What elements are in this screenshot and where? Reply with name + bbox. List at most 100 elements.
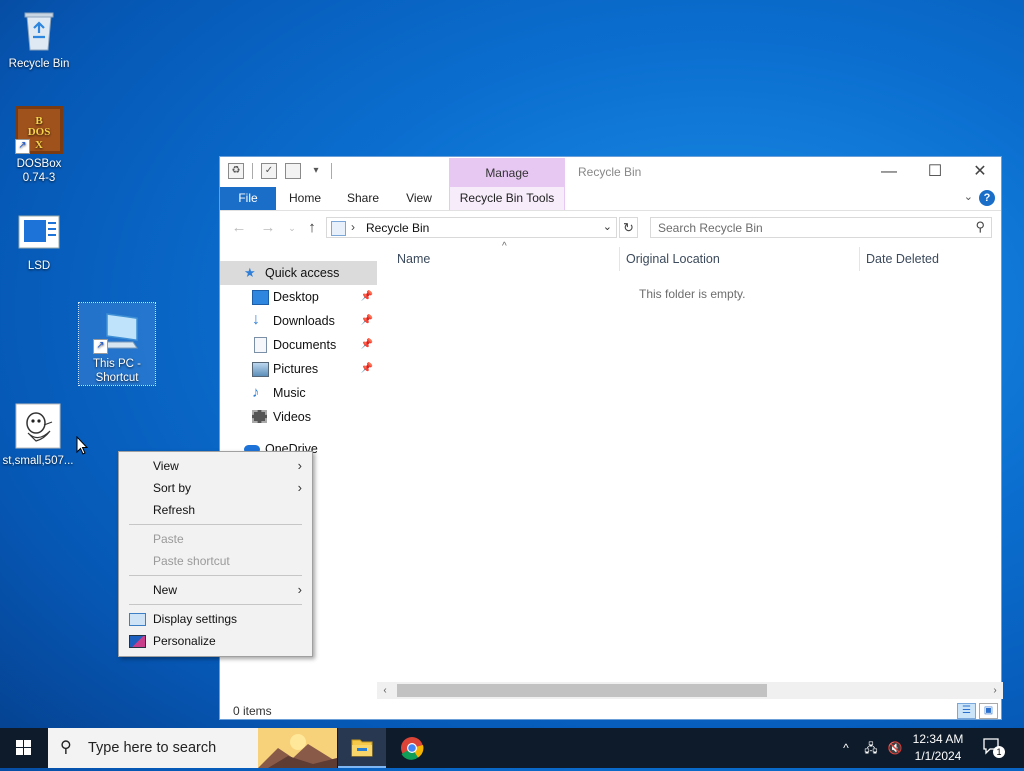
column-header-date-deleted[interactable]: Date Deleted <box>866 244 939 274</box>
start-button[interactable] <box>0 728 48 768</box>
item-count: 0 items <box>233 704 272 718</box>
submenu-arrow-icon: › <box>297 458 302 473</box>
nav-item-quick-access[interactable]: ★ Quick access <box>220 261 377 285</box>
menu-item-new[interactable]: New › <box>119 579 312 601</box>
system-clock[interactable]: 12:34 AM 1/1/2024 <box>903 731 973 765</box>
nav-item-label: Documents <box>273 338 337 352</box>
recycle-bin-icon <box>15 6 63 54</box>
search-icon[interactable]: ⚲ <box>975 219 985 235</box>
videos-icon <box>252 410 267 423</box>
divider <box>331 163 332 179</box>
nav-item-videos[interactable]: Videos <box>220 405 377 429</box>
horizontal-scrollbar[interactable]: ‹ › <box>377 682 1003 699</box>
menu-item-sort-by[interactable]: Sort by › <box>119 477 312 499</box>
nav-item-desktop[interactable]: Desktop 📌 <box>220 285 377 309</box>
pin-icon[interactable]: 📌 <box>361 285 373 309</box>
help-button[interactable]: ? <box>979 190 995 206</box>
menu-item-view[interactable]: View › <box>119 455 312 477</box>
desktop-icon-label: st,small,507... <box>2 455 74 467</box>
taskbar-search-placeholder: Type here to search <box>88 740 217 756</box>
pin-icon[interactable]: 📌 <box>361 309 373 333</box>
volume-muted-icon[interactable]: 🔇 <box>885 728 905 768</box>
taskbar-file-explorer[interactable] <box>338 728 386 768</box>
desktop-icon-image-file[interactable]: st,small,507... <box>0 403 76 468</box>
menu-divider <box>129 524 302 525</box>
network-icon[interactable]: 🖧 <box>862 728 880 768</box>
recycle-bin-small-icon[interactable]: ♻ <box>228 163 244 179</box>
downloads-icon: ↓ <box>252 311 260 328</box>
tab-file[interactable]: File <box>220 187 276 210</box>
maximize-button[interactable]: ☐ <box>912 157 958 187</box>
music-icon: ♪ <box>252 384 260 401</box>
scroll-right-icon[interactable]: › <box>987 682 1003 699</box>
nav-item-music[interactable]: ♪ Music <box>220 381 377 405</box>
properties-icon[interactable]: ✓ <box>261 163 277 179</box>
menu-item-label: Display settings <box>153 612 238 626</box>
recycle-bin-small-icon <box>331 221 346 236</box>
show-hidden-icons-chevron-icon[interactable]: ^ <box>838 728 854 768</box>
large-icons-view-button[interactable]: ▣ <box>979 703 998 719</box>
column-divider[interactable] <box>619 247 620 271</box>
tab-view[interactable]: View <box>394 187 444 210</box>
quick-access-toolbar: ♻ ✓ ▾ <box>228 163 332 179</box>
breadcrumb[interactable]: Recycle Bin <box>366 221 429 235</box>
ribbon-tabs: File Home Share View Recycle Bin Tools ⌄… <box>220 187 1001 211</box>
nav-item-documents[interactable]: Documents 📌 <box>220 333 377 357</box>
pin-icon[interactable]: 📌 <box>361 357 373 381</box>
menu-item-display-settings[interactable]: Display settings <box>119 608 312 630</box>
forward-arrow-icon[interactable]: → <box>258 218 278 238</box>
taskbar-search-box[interactable]: ⚲ Type here to search <box>48 728 337 768</box>
menu-item-refresh[interactable]: Refresh <box>119 499 312 521</box>
taskbar-chrome[interactable] <box>388 728 436 768</box>
search-box[interactable]: ⚲ <box>650 217 992 238</box>
nav-item-pictures[interactable]: Pictures 📌 <box>220 357 377 381</box>
navigation-bar: ← → ⌄ ↑ › Recycle Bin ⌄ ↻ ⚲ <box>220 214 1001 242</box>
desktop-icon-this-pc-shortcut[interactable]: ↗ This PC - Shortcut <box>78 302 156 386</box>
scrollbar-thumb[interactable] <box>397 684 767 697</box>
star-icon: ★ <box>244 265 256 280</box>
chevron-down-icon[interactable]: ⌄ <box>964 190 973 203</box>
window-title: Recycle Bin <box>578 165 642 179</box>
pin-icon[interactable]: 📌 <box>361 333 373 357</box>
back-arrow-icon[interactable]: ← <box>229 218 249 238</box>
menu-item-personalize[interactable]: Personalize <box>119 630 312 652</box>
desktop-icon-recycle-bin[interactable]: Recycle Bin <box>1 6 77 71</box>
menu-item-label: New <box>153 583 178 597</box>
minimize-button[interactable]: — <box>866 157 912 187</box>
new-folder-icon[interactable] <box>285 163 301 179</box>
breadcrumb-chevron-icon[interactable]: › <box>351 220 355 234</box>
scroll-left-icon[interactable]: ‹ <box>377 682 393 699</box>
search-icon: ⚲ <box>60 739 72 756</box>
nav-item-label: Pictures <box>273 362 319 376</box>
menu-item-label: Paste <box>153 532 184 546</box>
nav-item-downloads[interactable]: ↓ Downloads 📌 <box>220 309 377 333</box>
menu-item-paste: Paste <box>119 528 312 550</box>
details-view-button[interactable]: ☰ <box>957 703 976 719</box>
sort-ascending-icon: ^ <box>502 241 507 252</box>
customize-qat-icon[interactable]: ▾ <box>309 164 323 178</box>
notification-count-badge: 1 <box>993 746 1005 758</box>
action-center-button[interactable]: 1 <box>982 737 1005 758</box>
column-divider[interactable] <box>859 247 860 271</box>
column-header-name[interactable]: Name <box>397 244 430 274</box>
address-bar[interactable]: › Recycle Bin ⌄ <box>326 217 617 238</box>
shortcut-arrow-icon: ↗ <box>93 339 108 354</box>
desktop-icon-lsd[interactable]: LSD <box>1 208 77 273</box>
tab-share[interactable]: Share <box>338 187 388 210</box>
refresh-icon[interactable]: ↻ <box>619 217 638 238</box>
up-arrow-icon[interactable]: ↑ <box>302 218 322 238</box>
close-button[interactable]: ✕ <box>957 157 1003 187</box>
divider <box>252 163 253 179</box>
desktop-icon-dosbox[interactable]: B DOS X ↗ DOSBox 0.74-3 <box>1 106 77 185</box>
display-icon <box>129 613 146 626</box>
tab-recycle-bin-tools[interactable]: Recycle Bin Tools <box>449 187 565 210</box>
tab-manage[interactable]: Manage <box>449 158 565 188</box>
menu-item-paste-shortcut: Paste shortcut <box>119 550 312 572</box>
tab-home[interactable]: Home <box>280 187 330 210</box>
search-input[interactable] <box>651 218 975 237</box>
column-header-original-location[interactable]: Original Location <box>626 244 720 274</box>
nav-item-label: Downloads <box>273 314 335 328</box>
menu-item-label: View <box>153 459 179 473</box>
address-dropdown-icon[interactable]: ⌄ <box>603 220 612 233</box>
recent-locations-chevron-icon[interactable]: ⌄ <box>282 218 302 238</box>
